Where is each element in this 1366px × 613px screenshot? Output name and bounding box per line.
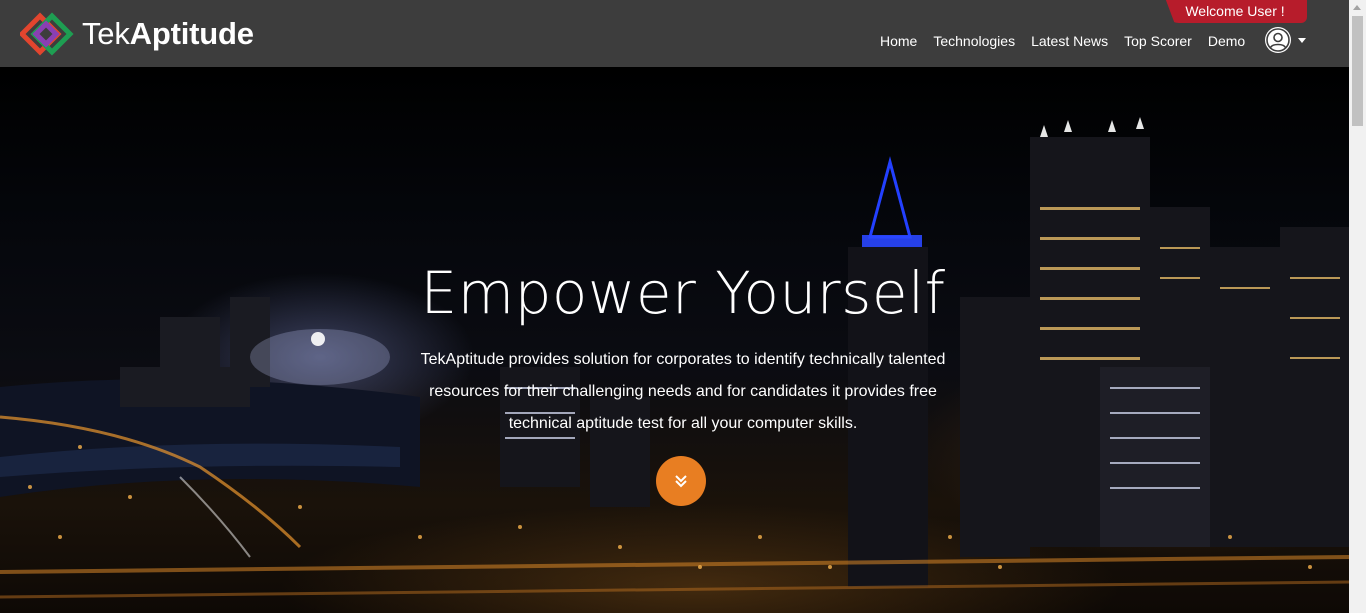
main-nav: Home Technologies Latest News Top Scorer… (880, 32, 1261, 50)
brand-name: TekAptitude (82, 12, 254, 56)
scroll-down-button[interactable] (656, 456, 706, 506)
nav-home[interactable]: Home (880, 32, 917, 50)
hero-title: Empower Yourself (420, 259, 946, 327)
city-skyline-background (0, 117, 1349, 599)
nav-demo[interactable]: Demo (1208, 32, 1245, 50)
brand-suffix: Aptitude (129, 16, 254, 51)
site-header: TekAptitude Welcome User ! Home Technolo… (0, 0, 1349, 67)
nav-latest-news[interactable]: Latest News (1031, 32, 1108, 50)
double-chevron-down-icon (675, 475, 687, 488)
chevron-down-icon (1298, 37, 1306, 43)
brand-logo[interactable]: TekAptitude (20, 12, 254, 56)
nav-top-scorer[interactable]: Top Scorer (1124, 32, 1192, 50)
scrollbar-thumb[interactable] (1352, 16, 1363, 126)
diamond-logo-icon (20, 12, 74, 56)
user-circle-icon (1265, 27, 1291, 53)
scroll-up-arrow-icon[interactable] (1353, 5, 1361, 10)
page-scrollbar[interactable] (1349, 0, 1366, 613)
user-menu[interactable] (1265, 27, 1306, 53)
welcome-badge: Welcome User ! (1165, 0, 1307, 23)
hero-description: TekAptitude provides solution for corpor… (420, 351, 946, 432)
hero-section: Empower Yourself TekAptitude provides so… (0, 67, 1349, 613)
nav-technologies[interactable]: Technologies (933, 32, 1015, 50)
brand-prefix: Tek (82, 16, 130, 51)
